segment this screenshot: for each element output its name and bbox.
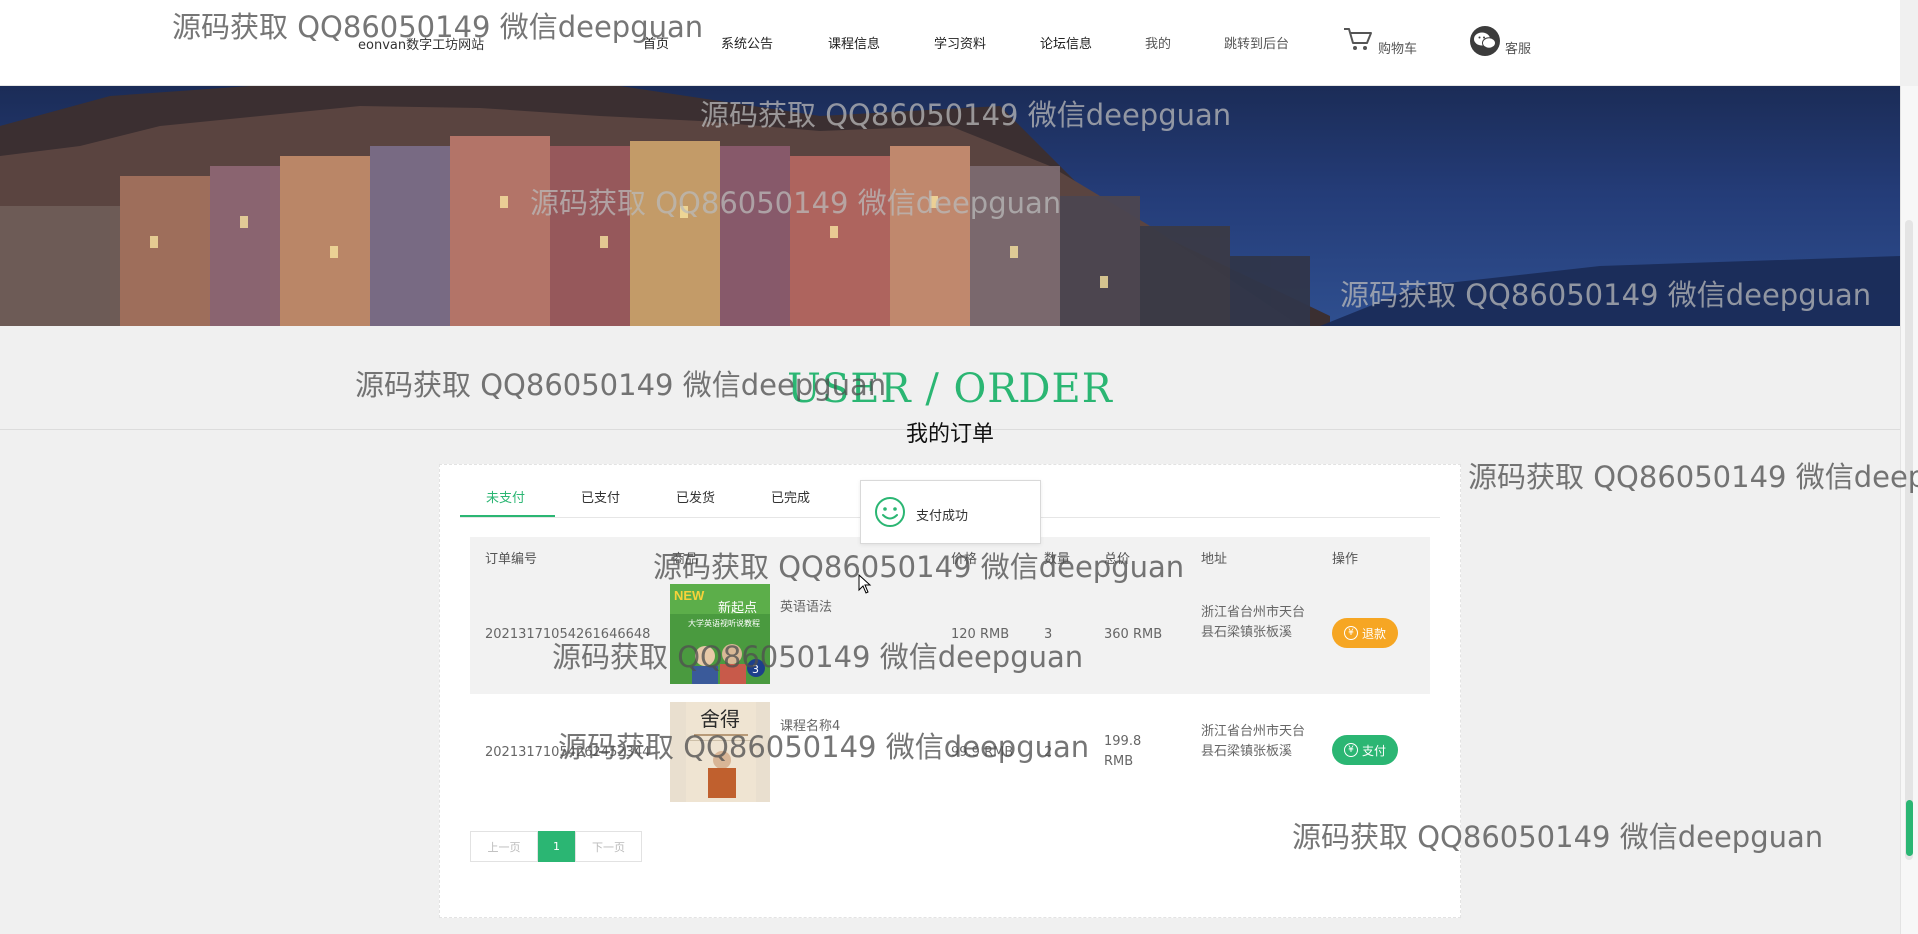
success-toast: 支付成功	[860, 480, 1041, 544]
total: 199.8 RMB	[1104, 734, 1142, 769]
tab-completed[interactable]: 已完成	[771, 487, 810, 506]
pay-label: 支付	[1361, 743, 1386, 758]
nav-backend[interactable]: 跳转到后台	[1224, 33, 1289, 52]
page-1-button[interactable]: 1	[538, 831, 575, 862]
village-image	[0, 86, 1900, 326]
nav-announcements[interactable]: 系统公告	[721, 33, 773, 52]
nav-service[interactable]: 客服	[1505, 38, 1531, 57]
col-total: 总价	[1104, 552, 1131, 567]
smile-icon	[875, 497, 905, 527]
tab-shipped[interactable]: 已发货	[676, 487, 715, 506]
product-name[interactable]: 课程名称4	[780, 715, 840, 734]
refund-label: 退款	[1361, 626, 1386, 641]
section-title-en: USER / ORDER	[787, 366, 1113, 412]
price: 99.9 RMB	[951, 745, 1014, 760]
col-price: 价格	[951, 552, 978, 567]
quantity: 2	[1044, 745, 1053, 760]
nav-cart[interactable]: 购物车	[1378, 38, 1417, 57]
nav-forum[interactable]: 论坛信息	[1040, 33, 1092, 52]
mouse-cursor-icon	[858, 574, 872, 594]
order-id: 20213171054262452344	[485, 745, 651, 760]
thumb-title: 新起点	[718, 600, 757, 616]
nav-home[interactable]: 首页	[643, 33, 669, 52]
address: 浙江省台州市天台县石梁镇张板溪	[1201, 724, 1306, 759]
scrollbar-thumb[interactable]	[1906, 800, 1913, 856]
watermark: 源码获取 QQ86050149 微信deepguan	[1468, 460, 1918, 494]
product-thumbnail[interactable]: 舍得	[670, 702, 770, 802]
col-action: 操作	[1332, 552, 1359, 567]
main-nav: 首页 系统公告 课程信息 学习资料 论坛信息 我的 跳转到后台 购物车 客服	[0, 0, 1900, 86]
thumb-badge: NEW	[674, 588, 705, 603]
tab-unpaid[interactable]: 未支付	[486, 487, 525, 506]
thumb-volume: 3	[752, 663, 759, 676]
refund-button[interactable]: ¥ 退款	[1332, 618, 1398, 648]
order-id: 20213171054261646648	[485, 627, 651, 642]
toast-message: 支付成功	[916, 509, 969, 524]
wechat-icon[interactable]	[1470, 26, 1500, 56]
thumb-title: 舍得	[700, 707, 740, 731]
col-address: 地址	[1201, 552, 1228, 567]
cart-icon[interactable]	[1343, 26, 1373, 52]
yen-icon: ¥	[1343, 743, 1358, 757]
nav-courses[interactable]: 课程信息	[828, 33, 880, 52]
col-order-id: 订单编号	[485, 552, 538, 567]
quantity: 3	[1044, 627, 1053, 642]
next-page-button[interactable]: 下一页	[575, 831, 642, 862]
nav-materials[interactable]: 学习资料	[934, 33, 986, 52]
scrollbar-track-thumb[interactable]	[1905, 220, 1913, 860]
nav-mine[interactable]: 我的	[1145, 33, 1171, 52]
thumb-subtitle: 大学英语视听说教程	[688, 618, 760, 628]
top-header: eonvan数字工坊网站 首页 系统公告 课程信息 学习资料 论坛信息 我的 跳…	[0, 0, 1900, 86]
prev-page-button[interactable]: 上一页	[470, 831, 538, 862]
tab-paid[interactable]: 已支付	[581, 487, 620, 506]
price: 120 RMB	[951, 627, 1010, 642]
yen-icon: ¥	[1343, 626, 1358, 640]
address: 浙江省台州市天台县石梁镇张板溪	[1201, 605, 1306, 640]
total: 360 RMB	[1104, 627, 1163, 642]
col-product: 商品	[672, 552, 699, 567]
product-name[interactable]: 英语语法	[780, 596, 832, 615]
product-thumbnail[interactable]: NEW 新起点 大学英语视听说教程 3	[670, 584, 770, 684]
active-tab-indicator	[460, 515, 555, 517]
hero-banner	[0, 86, 1900, 326]
pay-button[interactable]: ¥ 支付	[1332, 735, 1398, 765]
section-title-cn: 我的订单	[905, 422, 994, 447]
col-qty: 数量	[1044, 552, 1071, 567]
